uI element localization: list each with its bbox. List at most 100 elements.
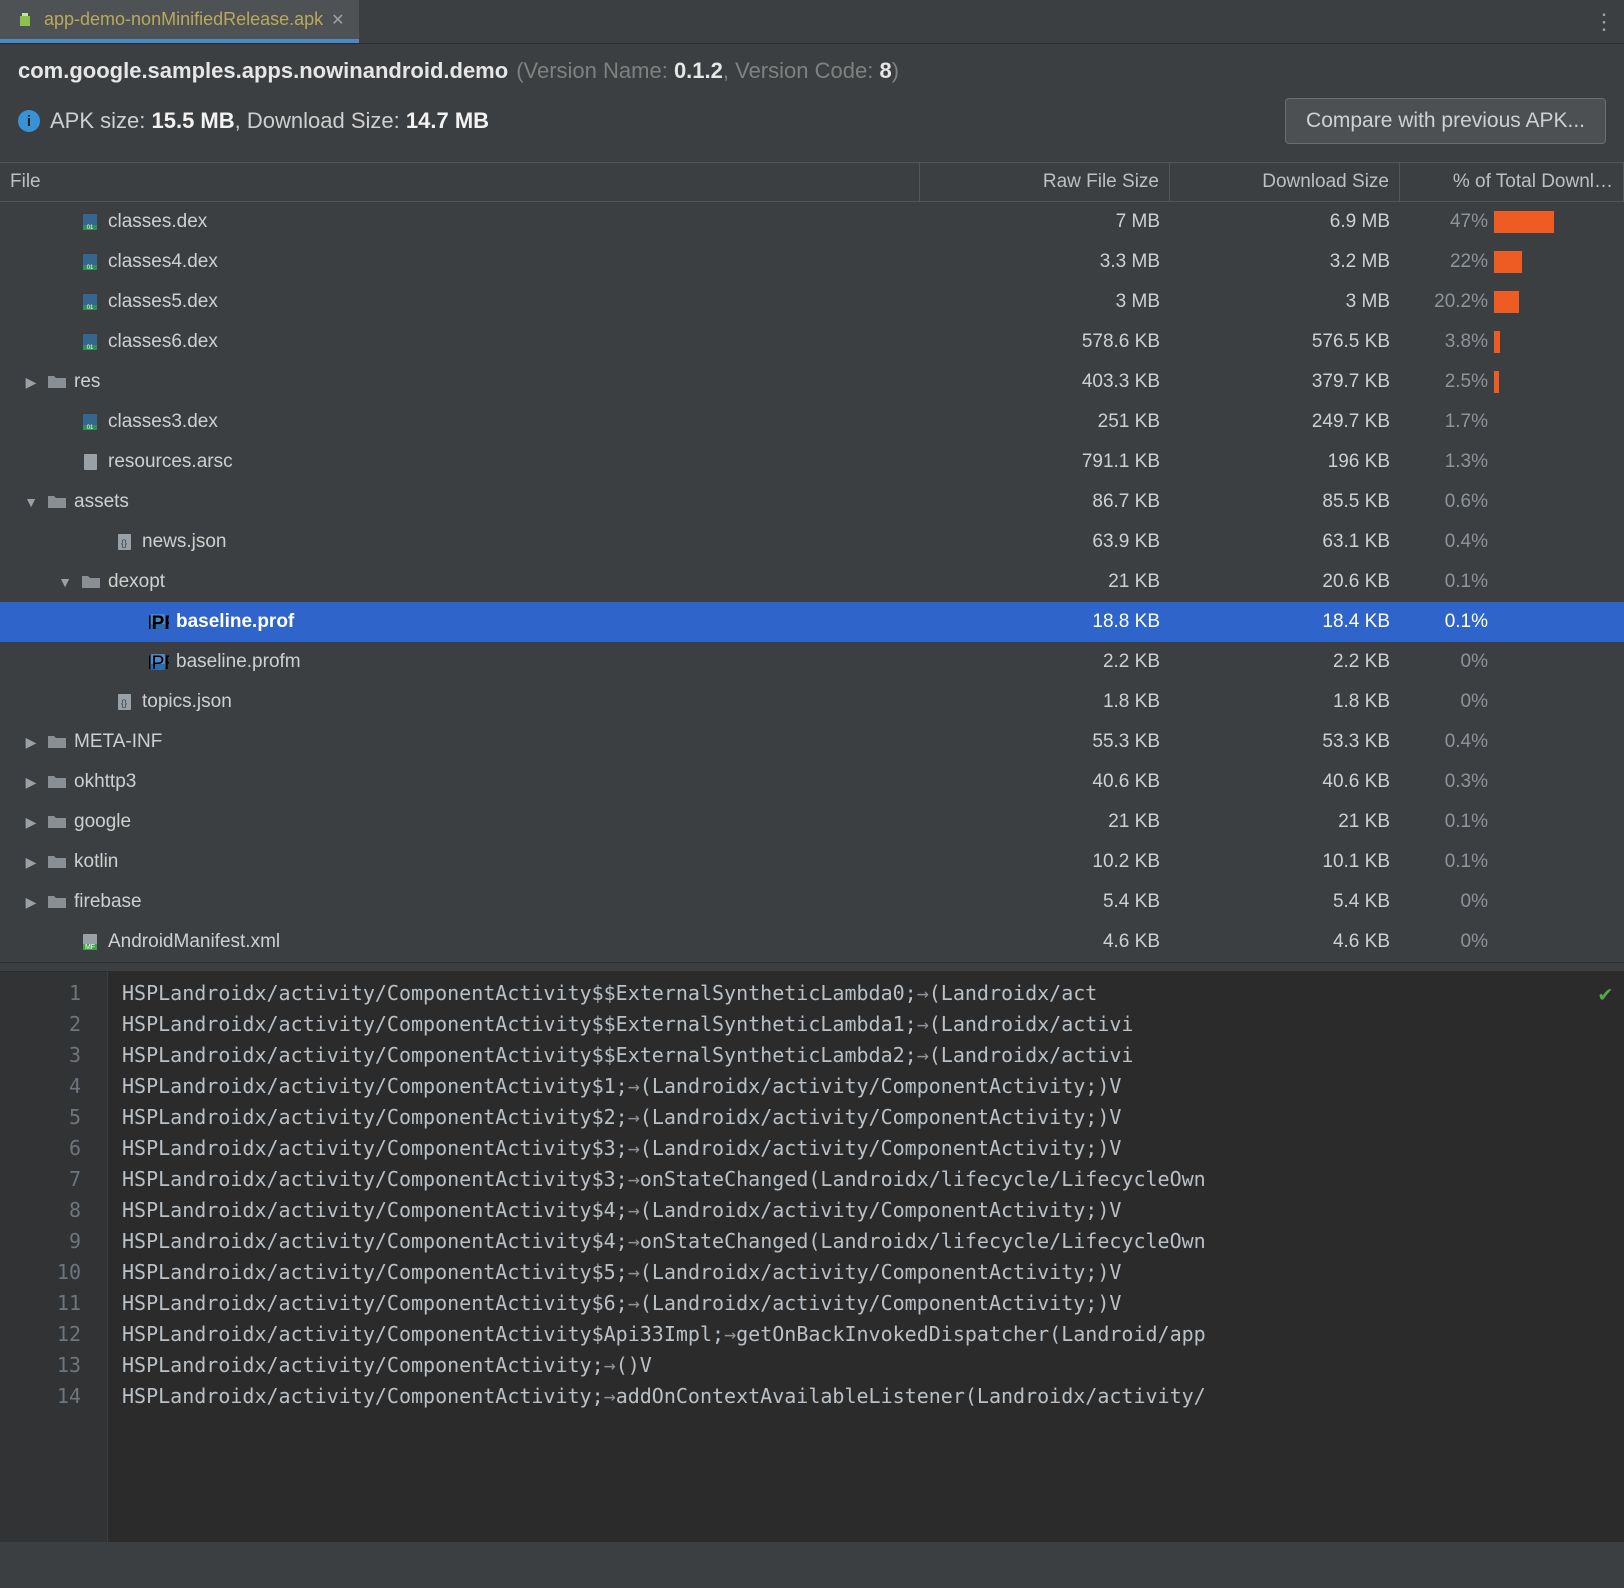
table-row[interactable]: ▶google21 KB21 KB0.1% [0, 802, 1624, 842]
chevron-icon[interactable]: ▼ [22, 494, 40, 510]
chevron-icon[interactable]: ▶ [22, 814, 40, 831]
table-row[interactable]: 01classes5.dex3 MB3 MB20.2% [0, 282, 1624, 322]
package-name: com.google.samples.apps.nowinandroid.dem… [18, 58, 508, 84]
chevron-icon[interactable]: ▶ [22, 374, 40, 391]
table-row[interactable]: ▼assets86.7 KB85.5 KB0.6% [0, 482, 1624, 522]
percent-cell: 0% [1400, 889, 1624, 915]
compare-apk-button[interactable]: Compare with previous APK... [1285, 98, 1606, 144]
dex-icon: 01 [80, 412, 102, 432]
code-area[interactable]: ✔ HSPLandroidx/activity/ComponentActivit… [108, 972, 1624, 1542]
file-name: okhttp3 [74, 771, 136, 793]
download-size: 196 KB [1170, 451, 1400, 473]
dex-icon: 01 [80, 212, 102, 232]
raw-size: 18.8 KB [920, 611, 1170, 633]
horizontal-splitter[interactable] [0, 962, 1624, 972]
file-name: topics.json [142, 691, 232, 713]
raw-size: 3 MB [920, 291, 1170, 313]
code-line: HSPLandroidx/activity/ComponentActivity;… [122, 1350, 1624, 1381]
chevron-icon[interactable]: ▶ [22, 734, 40, 751]
apk-icon [14, 10, 36, 30]
col-dl-size[interactable]: Download Size [1170, 163, 1400, 202]
download-size: 53.3 KB [1170, 731, 1400, 753]
raw-size: 251 KB [920, 411, 1170, 433]
raw-size: 55.3 KB [920, 731, 1170, 753]
chevron-icon[interactable]: ▶ [22, 854, 40, 871]
file-name: kotlin [74, 851, 118, 873]
table-row[interactable]: {}news.json63.9 KB63.1 KB0.4% [0, 522, 1624, 562]
raw-size: 403.3 KB [920, 371, 1170, 393]
chevron-icon[interactable]: ▶ [22, 774, 40, 791]
file-name: classes.dex [108, 211, 207, 233]
raw-size: 5.4 KB [920, 891, 1170, 913]
json-icon: {} [114, 692, 136, 712]
svg-text:01: 01 [87, 425, 94, 431]
file-name: res [74, 371, 100, 393]
download-size: 10.1 KB [1170, 851, 1400, 873]
percent-cell: 0.1% [1400, 809, 1624, 835]
raw-size: 63.9 KB [920, 531, 1170, 553]
file-icon [80, 452, 102, 472]
raw-size: 1.8 KB [920, 691, 1170, 713]
download-size: 249.7 KB [1170, 411, 1400, 433]
table-row[interactable]: 01classes3.dex251 KB249.7 KB1.7% [0, 402, 1624, 442]
download-size: 5.4 KB [1170, 891, 1400, 913]
file-name: baseline.prof [176, 611, 294, 633]
percent-cell: 0.1% [1400, 569, 1624, 595]
percent-cell: 0% [1400, 689, 1624, 715]
dex-icon: 01 [80, 252, 102, 272]
code-line: HSPLandroidx/activity/ComponentActivity$… [122, 1102, 1624, 1133]
code-line: HSPLandroidx/activity/ComponentActivity$… [122, 1164, 1624, 1195]
percent-cell: 0.4% [1400, 529, 1624, 555]
package-header: com.google.samples.apps.nowinandroid.dem… [0, 44, 1624, 88]
tab-apk[interactable]: app-demo-nonMinifiedRelease.apk ✕ [0, 0, 359, 43]
table-row[interactable]: ▶okhttp340.6 KB40.6 KB0.3% [0, 762, 1624, 802]
table-row[interactable]: 01classes.dex7 MB6.9 MB47% [0, 202, 1624, 242]
folder-icon [46, 372, 68, 392]
raw-size: 2.2 KB [920, 651, 1170, 673]
code-line: HSPLandroidx/activity/ComponentActivity$… [122, 1288, 1624, 1319]
table-row[interactable]: ▶firebase5.4 KB5.4 KB0% [0, 882, 1624, 922]
download-size: 1.8 KB [1170, 691, 1400, 713]
chevron-icon[interactable]: ▼ [56, 574, 74, 590]
table-row[interactable]: HPR baseline.prof 18.8 KB18.4 KB0.1% [0, 602, 1624, 642]
table-row[interactable]: resources.arsc791.1 KB196 KB1.3% [0, 442, 1624, 482]
table-row[interactable]: HPRbaseline.profm2.2 KB2.2 KB0% [0, 642, 1624, 682]
raw-size: 86.7 KB [920, 491, 1170, 513]
table-row[interactable]: {}topics.json1.8 KB1.8 KB0% [0, 682, 1624, 722]
table-row[interactable]: ▶META-INF55.3 KB53.3 KB0.4% [0, 722, 1624, 762]
dex-icon: 01 [80, 292, 102, 312]
svg-text:01: 01 [87, 345, 94, 351]
table-row[interactable]: 01classes6.dex578.6 KB576.5 KB3.8% [0, 322, 1624, 362]
folder-icon [46, 892, 68, 912]
code-line: HSPLandroidx/activity/ComponentActivity$… [122, 1257, 1624, 1288]
download-size: 2.2 KB [1170, 651, 1400, 673]
chevron-icon[interactable]: ▶ [22, 894, 40, 911]
svg-text:{}: {} [121, 538, 127, 548]
table-row[interactable]: 01classes4.dex3.3 MB3.2 MB22% [0, 242, 1624, 282]
table-row[interactable]: ▶res403.3 KB379.7 KB2.5% [0, 362, 1624, 402]
file-name: firebase [74, 891, 142, 913]
percent-cell: 20.2% [1400, 289, 1624, 315]
code-line: HSPLandroidx/activity/ComponentActivity$… [122, 1133, 1624, 1164]
close-icon[interactable]: ✕ [331, 10, 344, 30]
svg-text:01: 01 [87, 225, 94, 231]
col-file[interactable]: File [0, 163, 920, 202]
file-name: resources.arsc [108, 451, 233, 473]
tab-overflow-menu[interactable]: ⋮ [1584, 0, 1624, 43]
col-pct[interactable]: % of Total Downl… [1400, 163, 1624, 202]
download-size: 379.7 KB [1170, 371, 1400, 393]
table-row[interactable]: ▼dexopt21 KB20.6 KB0.1% [0, 562, 1624, 602]
hpr-icon: HPR [148, 612, 170, 632]
line-number-gutter: 1234567891011121314 [0, 972, 108, 1542]
percent-cell: 1.7% [1400, 409, 1624, 435]
table-row[interactable]: ▶kotlin10.2 KB10.1 KB0.1% [0, 842, 1624, 882]
size-summary-row: i APK size: 15.5 MB, Download Size: 14.7… [0, 88, 1624, 162]
percent-cell: 0.1% [1400, 609, 1624, 635]
col-raw-size[interactable]: Raw File Size [920, 163, 1170, 202]
percent-cell: 3.8% [1400, 329, 1624, 355]
info-icon: i [18, 110, 40, 132]
table-row[interactable]: MFAndroidManifest.xml4.6 KB4.6 KB0% [0, 922, 1624, 962]
download-size: 18.4 KB [1170, 611, 1400, 633]
hpr-icon: HPR [148, 652, 170, 672]
code-line: HSPLandroidx/activity/ComponentActivity$… [122, 1226, 1624, 1257]
